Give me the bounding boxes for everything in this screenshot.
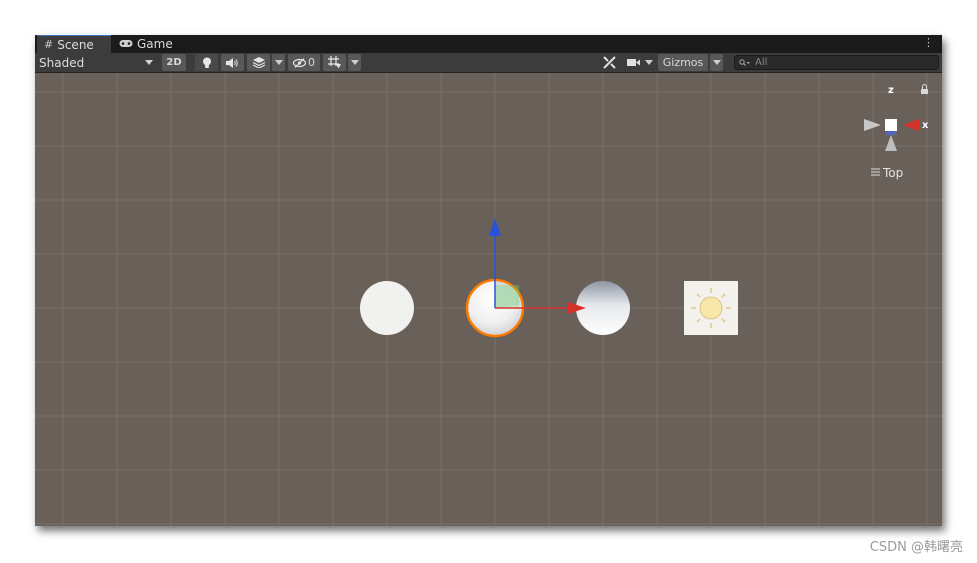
window-menu-icon[interactable]: ⋮ bbox=[923, 37, 934, 49]
effects-toggle-button[interactable] bbox=[247, 54, 270, 71]
gizmos-dropdown[interactable] bbox=[710, 54, 723, 71]
gamepad-icon bbox=[119, 38, 133, 51]
search-placeholder: All bbox=[755, 57, 768, 68]
tab-bar: # Scene Game ⋮ bbox=[35, 35, 942, 53]
gizmos-label: Gizmos bbox=[662, 56, 704, 69]
watermark-text: CSDN @韩曙亮 bbox=[869, 540, 963, 555]
chevron-down-icon bbox=[350, 60, 359, 65]
speaker-icon bbox=[226, 57, 238, 68]
chevron-down-icon bbox=[645, 60, 653, 65]
2d-label: 2D bbox=[166, 57, 182, 68]
layers-icon bbox=[252, 57, 265, 68]
tab-scene-label: Scene bbox=[57, 37, 94, 52]
search-input[interactable]: All bbox=[734, 55, 939, 70]
scene-window: # Scene Game ⋮ Shaded 2D 0 Gizmos All z … bbox=[35, 35, 942, 526]
tab-game[interactable]: Game bbox=[119, 35, 189, 53]
gizmo-center-cube[interactable] bbox=[885, 119, 897, 131]
audio-toggle-button[interactable] bbox=[221, 54, 244, 71]
chevron-down-icon bbox=[712, 60, 721, 65]
2d-toggle-button[interactable]: 2D bbox=[162, 54, 186, 71]
view-mode-label[interactable]: Top bbox=[871, 166, 903, 180]
chevron-down-icon bbox=[145, 60, 153, 65]
shading-mode-label: Shaded bbox=[39, 55, 85, 70]
grid-snap-icon bbox=[328, 56, 341, 69]
scene-toolbar: Shaded 2D 0 Gizmos All bbox=[35, 53, 942, 73]
hidden-count: 0 bbox=[308, 56, 315, 69]
tab-scene[interactable]: # Scene bbox=[37, 35, 111, 53]
effects-dropdown[interactable] bbox=[272, 54, 285, 71]
hidden-objects-toggle[interactable]: 0 bbox=[288, 54, 320, 71]
shading-mode-dropdown[interactable]: Shaded bbox=[36, 54, 157, 71]
grid-icon: # bbox=[44, 38, 54, 51]
tab-game-label: Game bbox=[137, 37, 173, 51]
lock-icon[interactable] bbox=[921, 84, 928, 95]
chevron-down-icon bbox=[274, 60, 283, 65]
grid-toggle-button[interactable] bbox=[323, 54, 346, 71]
camera-settings-button[interactable] bbox=[624, 54, 656, 71]
x-axis-cone[interactable] bbox=[903, 119, 919, 131]
lighting-toggle-button[interactable] bbox=[195, 54, 218, 71]
gizmos-button[interactable]: Gizmos bbox=[658, 54, 708, 71]
camera-icon bbox=[627, 59, 640, 66]
sphere-object-1[interactable] bbox=[360, 281, 414, 335]
view-mode-text: Top bbox=[882, 166, 903, 180]
scene-canvas[interactable]: z x Top bbox=[35, 73, 942, 526]
search-icon bbox=[739, 58, 750, 66]
lightbulb-icon bbox=[202, 57, 211, 68]
gizmo-x-label: x bbox=[922, 120, 929, 131]
z-axis-handle[interactable] bbox=[489, 218, 501, 236]
grid-dropdown[interactable] bbox=[348, 54, 361, 71]
scene-viewport[interactable]: z x Top bbox=[35, 73, 942, 526]
gizmo-z-label: z bbox=[888, 85, 894, 96]
orientation-gizmo[interactable]: z x bbox=[864, 84, 929, 152]
neg-z-axis-cone[interactable] bbox=[885, 135, 897, 151]
directional-light-icon[interactable] bbox=[684, 281, 738, 335]
tools-button[interactable] bbox=[598, 54, 621, 71]
wrench-icon bbox=[603, 56, 616, 69]
eye-slash-icon bbox=[293, 57, 306, 68]
